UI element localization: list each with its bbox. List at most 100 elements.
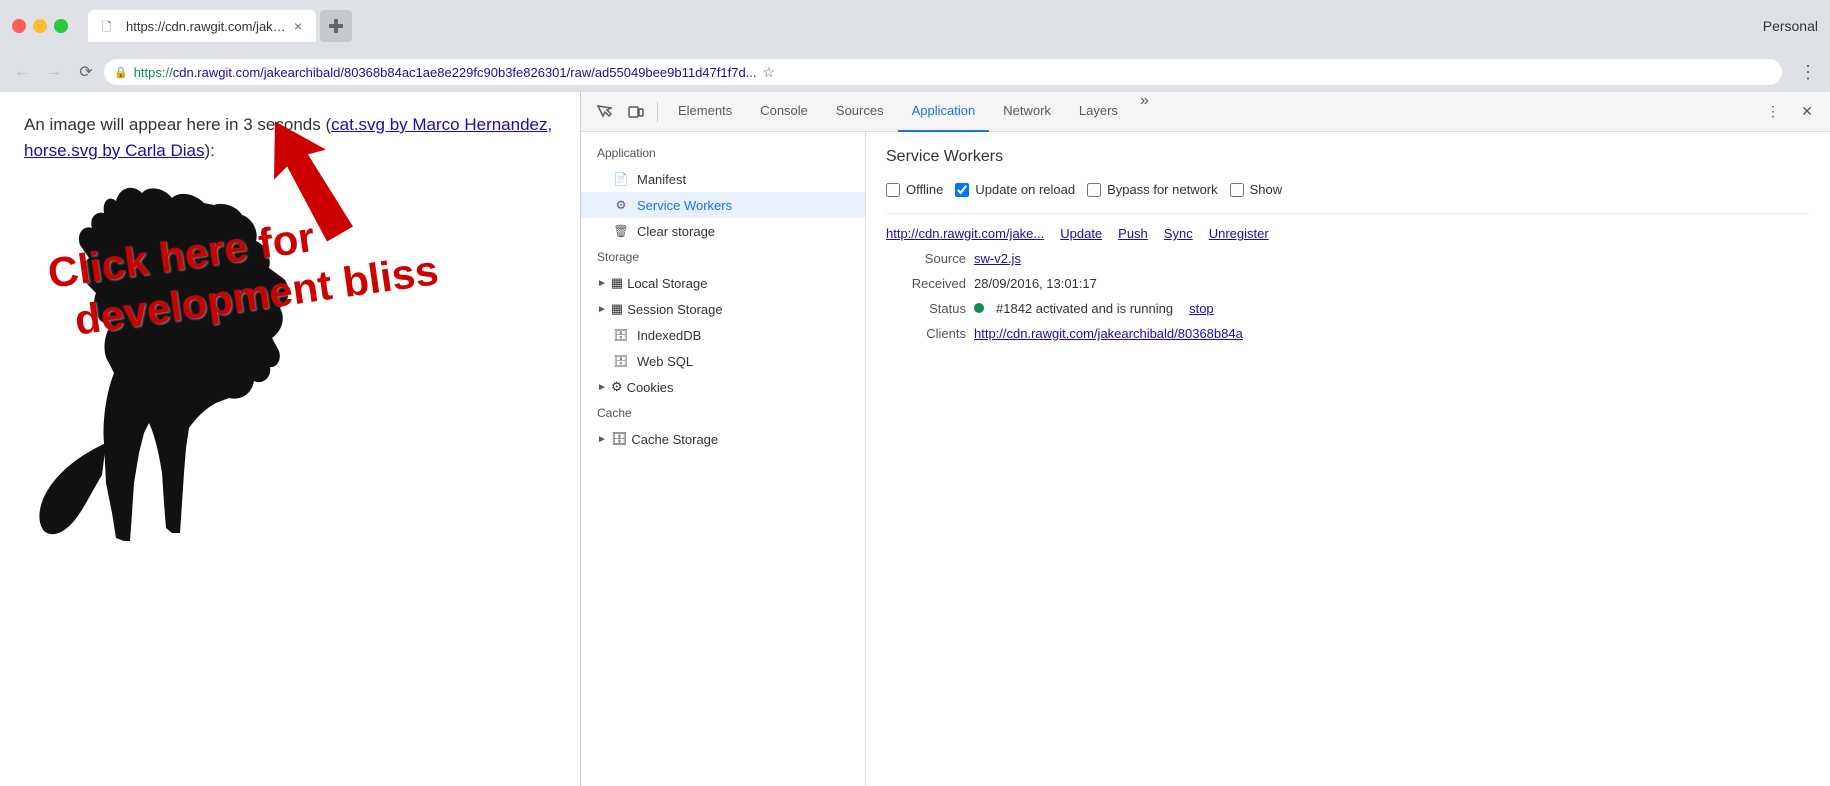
devtools-body: Application 📄 Manifest ⚙ Service Workers…: [581, 132, 1830, 786]
sidebar-item-cache-storage[interactable]: ► 🗄 Cache Storage: [581, 426, 865, 452]
cache-storage-icon: 🗄: [611, 431, 628, 447]
sw-url-value[interactable]: http://cdn.rawgit.com/jake...: [886, 226, 1044, 241]
horse-link[interactable]: horse.svg by Carla Dias: [24, 141, 204, 160]
more-tabs-button[interactable]: »: [1132, 92, 1157, 132]
minimize-button[interactable]: [33, 19, 47, 33]
cache-storage-label: Cache Storage: [631, 432, 718, 447]
service-workers-label: Service Workers: [637, 198, 732, 213]
bypass-network-label: Bypass for network: [1107, 182, 1218, 197]
sidebar-item-clear-storage[interactable]: 🗑 Clear storage: [581, 218, 865, 244]
sw-source-file[interactable]: sw-v2.js: [974, 251, 1021, 266]
web-sql-icon: 🗄: [613, 353, 629, 369]
tab-title: https://cdn.rawgit.com/jakearcl: [126, 19, 286, 34]
application-section-label: Application: [581, 140, 865, 166]
manifest-icon: 📄: [613, 171, 629, 187]
local-storage-chevron: ►: [597, 278, 607, 289]
sidebar-item-cookies[interactable]: ► ⚙ Cookies: [581, 374, 865, 400]
device-toggle-button[interactable]: [621, 97, 651, 127]
web-sql-label: Web SQL: [637, 354, 693, 369]
sidebar-item-indexeddb[interactable]: 🗄 IndexedDB: [581, 322, 865, 348]
tab-close-button[interactable]: ×: [294, 18, 302, 34]
lock-icon: 🔒: [114, 66, 128, 79]
new-tab-button[interactable]: [320, 10, 352, 42]
update-on-reload-checkbox[interactable]: [955, 183, 969, 197]
service-worker-entry: http://cdn.rawgit.com/jake... Update Pus…: [886, 213, 1810, 341]
sw-unregister-link[interactable]: Unregister: [1209, 226, 1269, 241]
show-label: Show: [1250, 182, 1283, 197]
devtools-close-area: ⋮ ✕: [1758, 97, 1822, 127]
local-storage-icon: ▦: [611, 275, 623, 291]
bypass-network-checkbox-label[interactable]: Bypass for network: [1087, 182, 1218, 197]
show-checkbox[interactable]: [1230, 183, 1244, 197]
indexeddb-icon: 🗄: [613, 327, 629, 343]
devtools-close-button[interactable]: ✕: [1792, 97, 1822, 127]
forward-button[interactable]: →: [40, 58, 68, 86]
tab-network[interactable]: Network: [989, 92, 1065, 132]
clear-storage-icon: 🗑: [613, 223, 629, 239]
devtools-panel: Elements Console Sources Application Net…: [580, 92, 1830, 786]
status-value: #1842 activated and is running: [996, 301, 1173, 316]
maximize-button[interactable]: [54, 19, 68, 33]
offline-checkbox-label[interactable]: Offline: [886, 182, 943, 197]
cat-link[interactable]: cat.svg by Marco Hernandez: [331, 115, 547, 134]
offline-label: Offline: [906, 182, 943, 197]
webpage-area: An image will appear here in 3 seconds (…: [0, 92, 580, 786]
cookies-chevron: ►: [597, 382, 607, 393]
sidebar-item-web-sql[interactable]: 🗄 Web SQL: [581, 348, 865, 374]
local-storage-label: Local Storage: [627, 276, 707, 291]
clients-value[interactable]: http://cdn.rawgit.com/jakearchibald/8036…: [974, 326, 1243, 341]
sw-clients-row: Clients http://cdn.rawgit.com/jakearchib…: [886, 326, 1810, 341]
horse-image-container: [24, 173, 556, 558]
tab-application[interactable]: Application: [898, 92, 990, 132]
sw-sync-link[interactable]: Sync: [1164, 226, 1193, 241]
session-storage-icon: ▦: [611, 301, 623, 317]
suffix-text: ):: [204, 141, 214, 160]
received-value: 28/09/2016, 13:01:17: [974, 276, 1097, 291]
session-storage-label: Session Storage: [627, 302, 722, 317]
received-label: Received: [886, 276, 966, 291]
sidebar-item-manifest[interactable]: 📄 Manifest: [581, 166, 865, 192]
show-checkbox-label[interactable]: Show: [1230, 182, 1283, 197]
sidebar-item-local-storage[interactable]: ► ▦ Local Storage: [581, 270, 865, 296]
address-host: cdn.rawgit.com/jakearchibald/80368b84ac1…: [173, 65, 757, 80]
horse-image: [24, 173, 334, 553]
cookies-label: Cookies: [627, 380, 674, 395]
offline-checkbox[interactable]: [886, 183, 900, 197]
sw-push-link[interactable]: Push: [1118, 226, 1148, 241]
source-label: Source: [886, 251, 966, 266]
tab-layers[interactable]: Layers: [1065, 92, 1132, 132]
devtools-sidebar: Application 📄 Manifest ⚙ Service Workers…: [581, 132, 866, 786]
tab-console[interactable]: Console: [746, 92, 822, 132]
bypass-network-checkbox[interactable]: [1087, 183, 1101, 197]
sidebar-item-session-storage[interactable]: ► ▦ Session Storage: [581, 296, 865, 322]
inspect-element-button[interactable]: [589, 97, 619, 127]
tab-sources[interactable]: Sources: [822, 92, 898, 132]
sw-update-link[interactable]: Update: [1060, 226, 1102, 241]
address-bar[interactable]: 🔒 https://cdn.rawgit.com/jakearchibald/8…: [104, 59, 1782, 85]
devtools-options-button[interactable]: ⋮: [1758, 97, 1788, 127]
clients-label: Clients: [886, 326, 966, 341]
webpage-intro: An image will appear here in 3 seconds (…: [24, 112, 556, 163]
address-protocol: https://: [134, 65, 173, 80]
manifest-label: Manifest: [637, 172, 686, 187]
sw-received-row: Received 28/09/2016, 13:01:17: [886, 276, 1810, 291]
tab-bar: 🗋 https://cdn.rawgit.com/jakearcl ×: [88, 10, 1755, 42]
profile-label: Personal: [1763, 18, 1818, 34]
session-storage-chevron: ►: [597, 304, 607, 315]
service-workers-options: Offline Update on reload Bypass for netw…: [886, 182, 1810, 197]
cookies-icon: ⚙: [611, 379, 623, 395]
sw-stop-link[interactable]: stop: [1189, 301, 1214, 316]
update-on-reload-checkbox-label[interactable]: Update on reload: [955, 182, 1075, 197]
devtools-tabs: Elements Console Sources Application Net…: [664, 92, 1756, 132]
traffic-lights: [12, 19, 68, 33]
tab-elements[interactable]: Elements: [664, 92, 746, 132]
main-content: An image will appear here in 3 seconds (…: [0, 92, 1830, 786]
back-button[interactable]: ←: [8, 58, 36, 86]
sidebar-item-service-workers[interactable]: ⚙ Service Workers: [581, 192, 865, 218]
bookmark-button[interactable]: ☆: [763, 64, 776, 81]
reload-button[interactable]: ⟳: [72, 58, 100, 86]
active-tab[interactable]: 🗋 https://cdn.rawgit.com/jakearcl ×: [88, 10, 316, 42]
close-button[interactable]: [12, 19, 26, 33]
cache-section-label: Cache: [581, 400, 865, 426]
browser-menu-button[interactable]: ⋮: [1794, 58, 1822, 86]
